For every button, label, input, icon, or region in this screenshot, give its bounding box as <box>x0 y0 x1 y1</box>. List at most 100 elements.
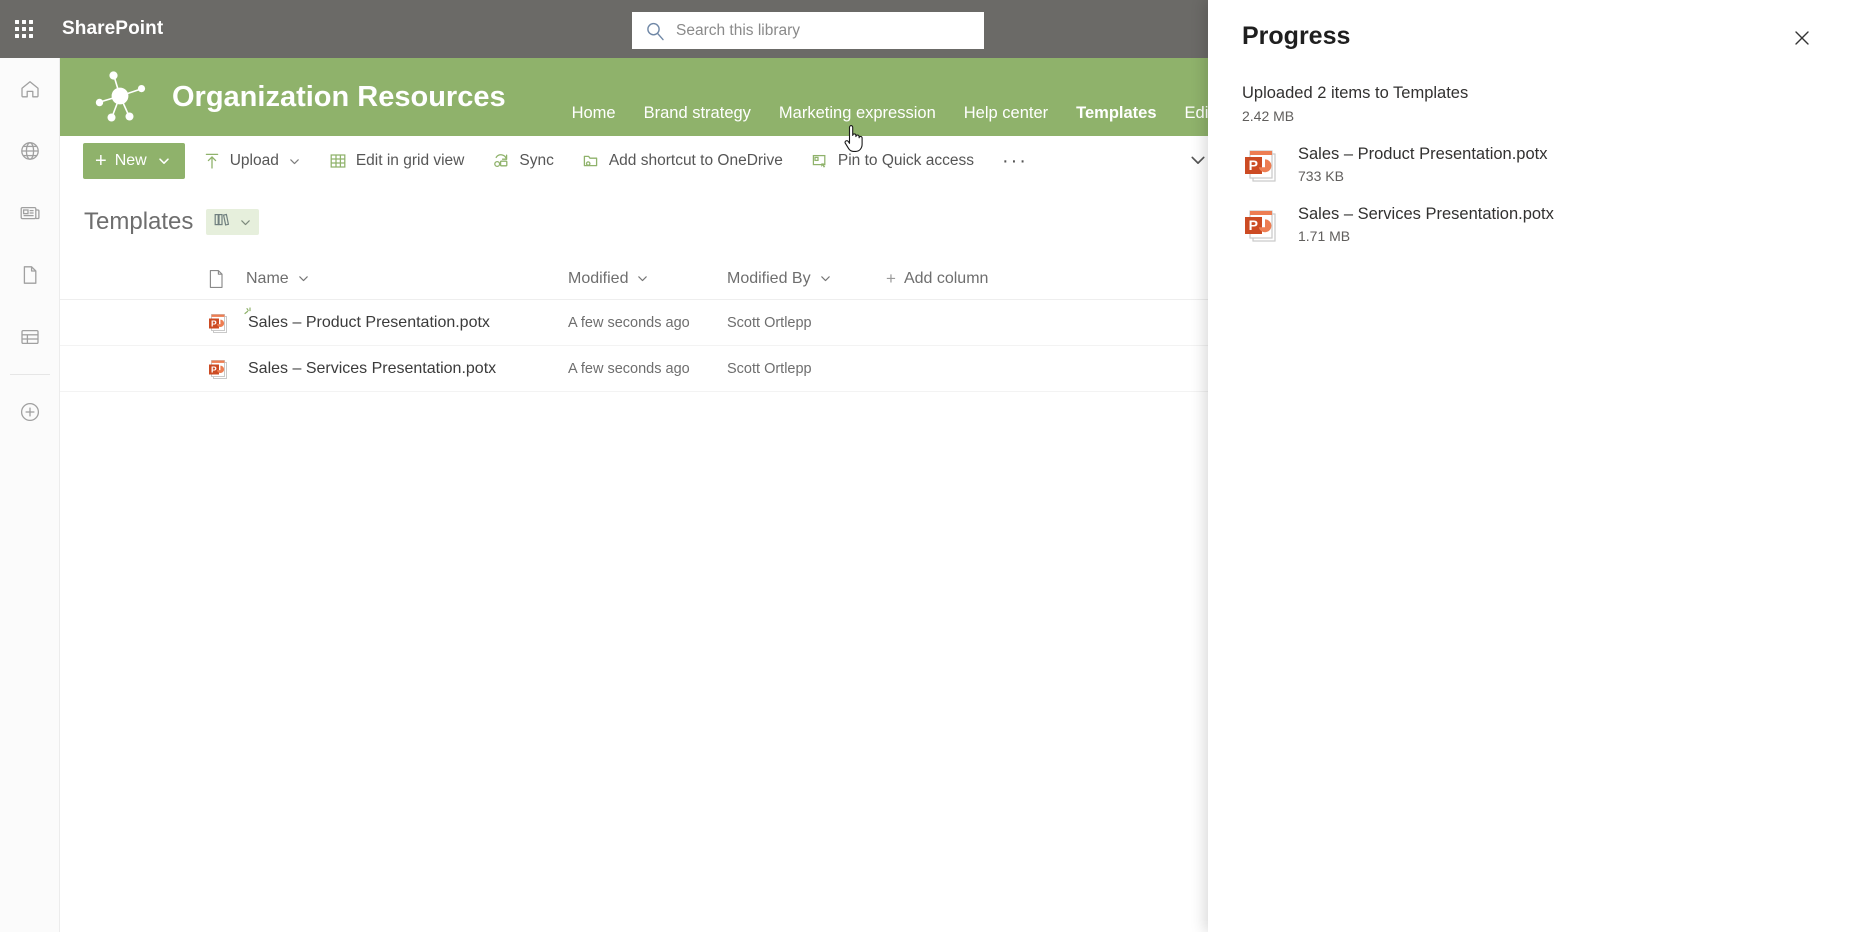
progress-item-text: Sales – Services Presentation.potx 1.71 M… <box>1298 202 1554 244</box>
sharepoint-document-library-page: SharePoint Search this library Organizat… <box>0 0 1852 932</box>
progress-summary-size: 2.42 MB <box>1242 108 1295 124</box>
chevron-down-icon <box>819 272 832 285</box>
progress-summary-text: Uploaded 2 items to Templates <box>1242 84 1469 102</box>
add-column-label: Add column <box>903 269 989 287</box>
column-header-name-label: Name <box>246 269 289 287</box>
progress-item-name: Sales – Services Presentation.potx <box>1298 205 1554 223</box>
upload-icon <box>203 152 221 170</box>
search-input[interactable] <box>676 21 972 40</box>
sync-icon <box>492 152 510 170</box>
file-modified: A few seconds ago <box>568 360 690 377</box>
svg-text:P: P <box>211 364 217 374</box>
nav-item-home[interactable]: Home <box>558 90 630 136</box>
pin-to-quick-access-command[interactable]: Pin to Quick access <box>801 141 984 181</box>
news-icon <box>18 201 42 225</box>
home-icon <box>18 77 42 101</box>
chevron-down-icon <box>157 154 171 168</box>
page-icon <box>18 263 42 287</box>
command-bar-expand-chevron[interactable] <box>1188 150 1208 175</box>
network-nodes-logo <box>84 60 158 134</box>
progress-item-list: P Sales – Product Presentation.potx 733 KB… <box>1208 124 1852 246</box>
file-name[interactable]: Sales – Product Presentation.potx <box>248 314 490 332</box>
progress-panel-header: Progress <box>1208 0 1852 54</box>
pin-icon <box>811 152 829 170</box>
table-row[interactable]: P Sales – Product Presentation.potx A fe… <box>60 300 1208 346</box>
edit-in-grid-view-command[interactable]: Edit in grid view <box>319 141 475 181</box>
rail-item-home[interactable] <box>0 58 60 120</box>
file-modified-by: Scott Ortlepp <box>727 314 812 331</box>
document-library: Templates Name Modified Modified By + Ad… <box>60 186 1208 786</box>
powerpoint-template-icon: P <box>1242 144 1284 186</box>
upload-label: Upload <box>229 152 279 169</box>
svg-text:P: P <box>1249 157 1258 173</box>
rail-item-sites[interactable] <box>0 120 60 182</box>
site-nav: Home Brand strategy Marketing expression… <box>558 58 1227 140</box>
new-button[interactable]: + New <box>83 143 185 179</box>
suite-brand-sharepoint[interactable]: SharePoint <box>62 18 163 40</box>
progress-item-size: 1.71 MB <box>1298 228 1351 244</box>
column-header-row: Name Modified Modified By + Add column <box>60 258 1208 300</box>
command-bar: + New Upload Edit in grid view Sync Add … <box>60 136 1208 186</box>
edit-in-grid-view-label: Edit in grid view <box>355 152 465 169</box>
list-item[interactable]: P Sales – Services Presentation.potx 1.71 … <box>1242 202 1818 246</box>
globe-icon <box>18 139 42 163</box>
file-modified-by: Scott Ortlepp <box>727 360 812 377</box>
library-title-row: Templates <box>60 186 1208 236</box>
sync-command[interactable]: Sync <box>482 141 563 181</box>
column-header-modified-label: Modified <box>568 269 629 287</box>
more-commands-button[interactable]: ··· <box>990 150 1040 173</box>
plus-icon: + <box>886 268 896 288</box>
nav-item-help-center[interactable]: Help center <box>950 90 1062 136</box>
waffle-icon <box>15 20 33 38</box>
sync-label: Sync <box>519 152 554 169</box>
grid-icon <box>329 152 347 170</box>
page-title: Templates <box>84 208 194 235</box>
progress-summary: Uploaded 2 items to Templates 2.42 MB <box>1208 54 1852 124</box>
powerpoint-template-icon: P <box>207 311 231 335</box>
column-header-name[interactable]: Name <box>246 270 310 288</box>
books-view-icon <box>213 211 232 233</box>
view-selector-button[interactable] <box>206 209 260 235</box>
left-nav-rail <box>0 58 60 932</box>
progress-panel-title: Progress <box>1242 22 1351 50</box>
progress-item-text: Sales – Product Presentation.potx 733 KB <box>1298 142 1547 184</box>
chevron-down-icon <box>297 272 310 285</box>
nav-item-templates[interactable]: Templates <box>1062 90 1170 140</box>
progress-item-name: Sales – Product Presentation.potx <box>1298 145 1548 163</box>
chevron-down-icon <box>288 155 301 168</box>
new-button-label: New <box>114 152 147 169</box>
app-launcher-button[interactable] <box>0 0 48 58</box>
upload-command[interactable]: Upload <box>193 141 311 181</box>
progress-panel: Progress Uploaded 2 items to Templates 2.4… <box>1208 0 1852 932</box>
svg-text:P: P <box>1249 217 1258 233</box>
rail-item-files[interactable] <box>0 244 60 306</box>
pin-to-quick-access-label: Pin to Quick access <box>837 152 974 169</box>
chevron-down-icon <box>239 216 252 229</box>
column-header-modified[interactable]: Modified <box>568 270 649 288</box>
add-shortcut-to-onedrive-command[interactable]: Add shortcut to OneDrive <box>572 141 793 181</box>
rail-item-lists[interactable] <box>0 306 60 368</box>
folder-shortcut-icon <box>582 152 600 170</box>
file-name[interactable]: Sales – Services Presentation.potx <box>248 360 496 378</box>
add-column-button[interactable]: + Add column <box>886 269 988 289</box>
rail-item-news[interactable] <box>0 182 60 244</box>
rail-divider <box>9 374 50 375</box>
column-header-modified-by[interactable]: Modified By <box>727 270 832 288</box>
library-search-box[interactable] <box>632 12 984 49</box>
nav-item-brand-strategy[interactable]: Brand strategy <box>630 90 765 136</box>
close-icon[interactable] <box>1786 22 1818 54</box>
progress-item-size: 733 KB <box>1298 168 1344 184</box>
nav-item-marketing-expression[interactable]: Marketing expression <box>765 90 950 136</box>
search-icon <box>644 20 666 42</box>
table-row[interactable]: P Sales – Services Presentation.potx A f… <box>60 346 1208 392</box>
site-title[interactable]: Organization Resources <box>172 81 506 114</box>
chevron-down-icon <box>636 272 649 285</box>
powerpoint-template-icon: P <box>207 357 231 381</box>
rail-item-create[interactable] <box>0 381 60 443</box>
list-item[interactable]: P Sales – Product Presentation.potx 733 KB <box>1242 142 1818 186</box>
plus-icon: + <box>95 150 107 172</box>
powerpoint-template-icon: P <box>1242 204 1284 246</box>
plus-circle-icon <box>18 400 42 424</box>
svg-text:P: P <box>211 318 217 328</box>
add-shortcut-to-onedrive-label: Add shortcut to OneDrive <box>608 152 783 169</box>
